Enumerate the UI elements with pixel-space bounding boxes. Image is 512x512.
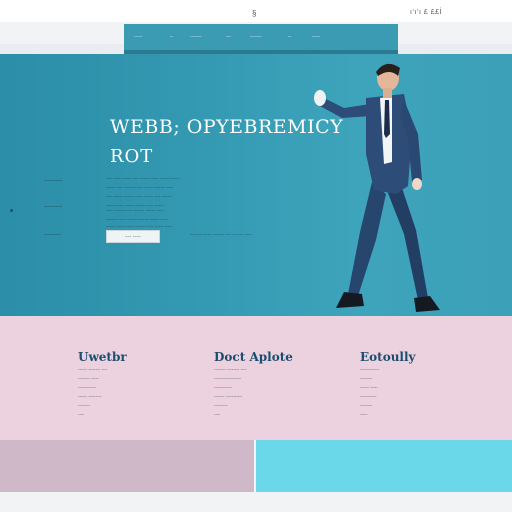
- feature-text-line: ‐‐‐‐‐‐‐‐ ‐‐‐‐‐: [78, 376, 99, 381]
- main-navbar: ‐‐‐‐‐ ‐‐ ‐‐‐‐‐‐‐ ‐‐‐ ‐‐‐‐‐‐‐ ‐‐ ‐‐‐‐‐: [124, 24, 398, 54]
- top-logo[interactable]: §: [252, 9, 256, 18]
- hero-text-line: ‐‐‐‐‐‐ ‐‐‐‐ ‐‐‐‐‐‐‐‐ ‐‐‐‐ ‐‐‐‐‐‐ ‐‐‐‐‐‐‐…: [106, 185, 174, 190]
- bottom-panel-pink: [0, 440, 254, 492]
- hero-cta-button[interactable]: ‐‐‐ ‐‐‐‐: [106, 230, 160, 243]
- nav-item-5[interactable]: ‐‐‐‐‐‐‐: [250, 33, 278, 41]
- nav-item-3[interactable]: ‐‐‐‐‐‐‐: [190, 33, 216, 41]
- feature-text-line: ‐‐‐‐: [78, 412, 84, 417]
- feature-text-line: ‐‐‐‐‐‐‐‐‐‐‐‐: [214, 385, 232, 390]
- feature-text-line: ‐‐‐‐‐‐‐‐‐‐‐: [360, 394, 377, 399]
- feature-text-line: ‐‐‐‐‐‐‐‐ ‐‐‐‐‐‐‐‐ ‐‐‐‐: [214, 367, 247, 372]
- feature-text-line: ‐‐‐‐‐‐‐‐: [360, 376, 372, 381]
- feature-text-line: ‐‐‐‐: [214, 412, 220, 417]
- top-bar: § ı‘ı’ı £ ££İ: [0, 0, 512, 22]
- feature-text-line: ‐‐‐‐‐‐‐‐‐: [214, 403, 228, 408]
- hero-text-line: ‐‐‐‐ ‐‐‐‐‐‐ ‐‐‐‐‐‐‐ ‐‐‐‐‐ ‐‐‐‐‐‐ ‐‐‐‐ ‐‐…: [106, 194, 172, 199]
- feature-text-line: ‐‐‐‐‐‐ ‐‐‐‐‐‐‐‐ ‐‐‐‐: [78, 367, 108, 372]
- feature-text-line: ‐‐‐‐‐‐‐‐‐‐‐‐: [78, 385, 96, 390]
- nav-item-7[interactable]: ‐‐‐‐‐: [312, 33, 338, 41]
- hero-text-line: ‐‐‐‐‐‐ ‐‐‐‐‐‐ ‐‐‐‐‐ ‐‐‐‐‐‐‐ ‐‐‐‐ ‐‐‐‐‐‐ …: [106, 224, 172, 229]
- businessman-illustration: [314, 63, 440, 312]
- feature-text-line: ‐‐‐‐‐‐‐‐: [78, 403, 90, 408]
- hero-text-line: ‐‐‐‐‐‐‐‐ ‐‐‐‐‐‐ ‐‐‐‐‐‐‐ ‐‐‐‐ ‐‐‐‐‐‐‐ ‐‐‐…: [190, 232, 252, 237]
- nav-item-1[interactable]: ‐‐‐‐‐: [134, 33, 160, 41]
- bottom-panel-cyan: [256, 440, 512, 492]
- feature-text-line: ‐‐‐‐‐‐‐‐‐‐‐‐‐‐‐‐‐‐: [214, 376, 241, 381]
- hero-side-label: ‐‐‐‐‐‐‐‐‐‐: [44, 232, 61, 238]
- features-section: Uwetbr ‐‐‐‐‐‐ ‐‐‐‐‐‐‐‐ ‐‐‐‐ ‐‐‐‐‐‐‐‐ ‐‐‐…: [0, 316, 512, 440]
- nav-item-2[interactable]: ‐‐: [170, 33, 180, 41]
- nav-item-6[interactable]: ‐‐: [288, 33, 300, 41]
- hero-side-label: ‐‐‐‐‐‐‐‐‐‐‐: [44, 204, 63, 210]
- feature-text-line: ‐‐‐‐‐‐‐ ‐‐‐‐‐‐‐‐‐‐‐: [214, 394, 243, 399]
- feature-text-line: ‐‐‐‐‐‐ ‐‐‐‐‐: [360, 385, 378, 390]
- page-footer-space: [0, 492, 512, 512]
- hero-side-label: ‐‐‐‐‐‐‐‐‐‐‐: [44, 178, 63, 184]
- feature-title: Eotoully: [360, 350, 416, 364]
- feature-text-line: ‐‐‐‐‐‐‐‐: [360, 403, 372, 408]
- feature-text-line: ‐‐‐‐‐‐ ‐‐‐‐‐‐‐‐‐: [78, 394, 102, 399]
- web-page: § ı‘ı’ı £ ££İ ‐‐‐‐‐ ‐‐ ‐‐‐‐‐‐‐ ‐‐‐ ‐‐‐‐‐…: [0, 0, 512, 512]
- top-right-links[interactable]: ı‘ı’ı £ ££İ: [410, 9, 442, 16]
- hero-bullet-dot: [10, 209, 13, 212]
- feature-text-line: ‐‐‐‐‐‐‐‐‐‐‐‐‐: [360, 367, 380, 372]
- feature-title: Doct Aplote: [214, 350, 293, 364]
- feature-title: Uwetbr: [78, 350, 127, 364]
- hero-subtitle: ROT: [110, 146, 154, 167]
- feature-text-line: ‐‐‐‐‐: [360, 412, 368, 417]
- hero-text-line: ‐‐‐‐‐‐‐‐ ‐‐‐‐ ‐‐‐‐‐‐ ‐‐‐‐‐‐‐‐ ‐‐‐‐‐‐ ‐‐‐…: [106, 217, 168, 222]
- hero-text-line: ‐‐‐‐‐ ‐‐‐‐‐‐‐ ‐‐‐‐ ‐‐‐‐‐‐‐ ‐‐‐‐‐‐ ‐‐‐‐‐: [106, 208, 164, 213]
- hero-section: WEBB; OPYEBREMICY ROT ‐‐‐‐‐‐‐‐‐‐‐ ‐‐‐‐‐‐…: [0, 54, 512, 316]
- nav-item-4[interactable]: ‐‐‐: [226, 33, 242, 41]
